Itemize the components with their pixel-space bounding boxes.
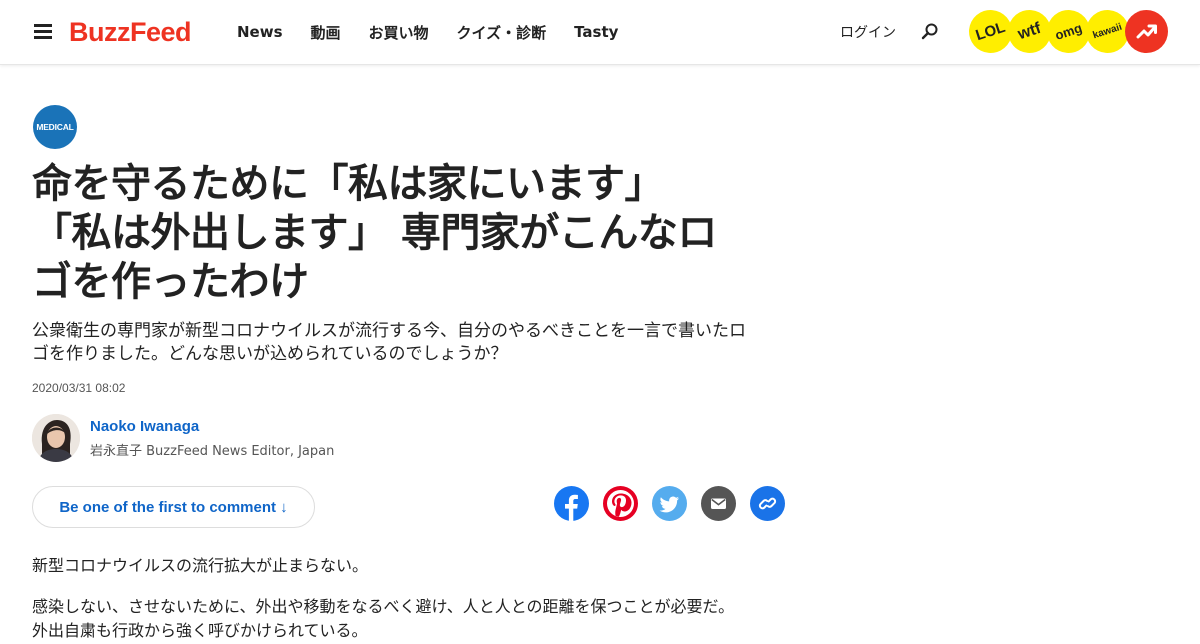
site-header: BuzzFeed News 動画 お買い物 クイズ・診断 Tasty ログイン …	[0, 0, 1200, 65]
dek-line: ゴを作りました。どんな思いが込められているのでしょうか？	[32, 344, 508, 364]
twitter-share-icon[interactable]	[652, 486, 687, 521]
trending-icon[interactable]	[1125, 10, 1168, 53]
buzzfeed-logo[interactable]: BuzzFeed	[69, 14, 192, 50]
author-title: 岩永直子 BuzzFeed News Editor, Japan	[90, 444, 335, 459]
article-paragraph: 新型コロナウイルスの流行拡大が止まらない。	[32, 556, 369, 575]
author-name[interactable]: Naoko Iwanaga	[90, 418, 199, 435]
headline-line: ゴを作ったわけ	[32, 259, 309, 305]
hamburger-menu-icon[interactable]	[34, 24, 52, 40]
email-share-icon[interactable]	[701, 486, 736, 521]
search-icon[interactable]	[920, 22, 940, 42]
article-headline: 命を守るために「私は家にいます」 「私は外出します」 専門家がこんなロ ゴを作っ…	[32, 160, 792, 307]
login-link[interactable]: ログイン	[840, 22, 896, 42]
nav-item-video[interactable]: 動画	[311, 22, 341, 43]
nav-item-news[interactable]: News	[237, 23, 283, 41]
main-nav: News 動画 お買い物 クイズ・診断 Tasty	[237, 0, 646, 64]
headline-line: 「私は外出します」 専門家がこんなロ	[32, 210, 717, 256]
nav-item-quiz[interactable]: クイズ・診断	[457, 22, 547, 43]
article-dek: 公衆衛生の専門家が新型コロナウイルスが流行する今、自分のやるべきことを一言で書い…	[32, 320, 792, 366]
publish-timestamp: 2020/03/31 08:02	[32, 381, 126, 395]
dek-line: 公衆衛生の専門家が新型コロナウイルスが流行する今、自分のやるべきことを一言で書い…	[32, 321, 746, 341]
link-share-icon[interactable]	[750, 486, 785, 521]
comment-button[interactable]: Be one of the first to comment ↓	[32, 486, 315, 528]
author-avatar[interactable]	[32, 414, 80, 462]
pinterest-share-icon[interactable]	[603, 486, 638, 521]
nav-item-shopping[interactable]: お買い物	[369, 22, 429, 43]
facebook-share-icon[interactable]	[554, 486, 589, 521]
category-badge[interactable]: MEDICAL	[33, 105, 77, 149]
headline-line: 命を守るために「私は家にいます」	[32, 161, 665, 207]
article-paragraph: 感染しない、させないために、外出や移動をなるべく避け、人と人との距離を保つことが…	[32, 597, 735, 616]
nav-item-tasty[interactable]: Tasty	[574, 23, 618, 41]
article-paragraph: 外出自粛も行政から強く呼びかけられている。	[32, 621, 368, 640]
